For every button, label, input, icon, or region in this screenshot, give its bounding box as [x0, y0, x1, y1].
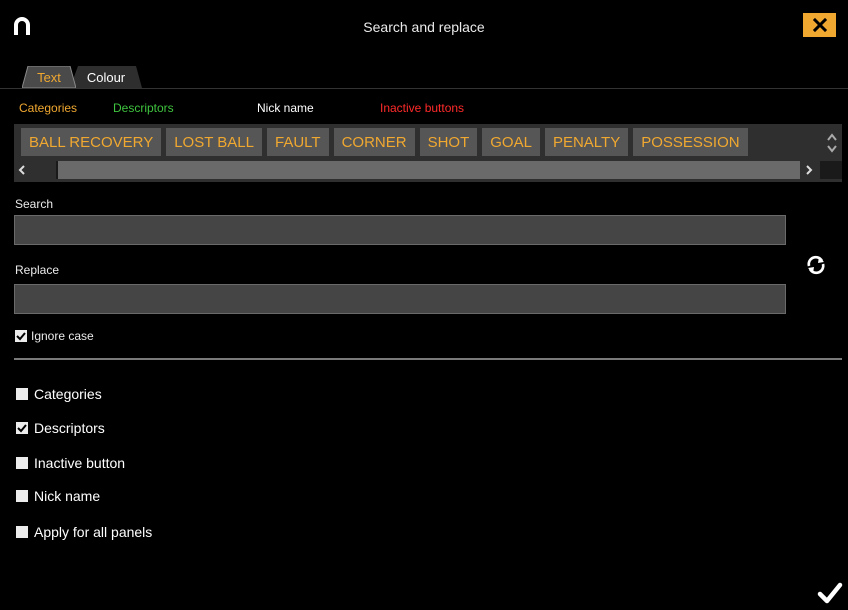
- replace-label: Replace: [15, 263, 60, 277]
- legend-nick-name: Nick name: [257, 101, 314, 115]
- event-button[interactable]: LOST BALL: [166, 128, 262, 156]
- close-button[interactable]: [803, 13, 836, 37]
- scrollbar-thumb[interactable]: [58, 161, 800, 179]
- check-icon: [17, 424, 27, 433]
- event-button[interactable]: FAULT: [267, 128, 329, 156]
- replace-input[interactable]: [14, 284, 786, 314]
- horizontal-scrollbar[interactable]: [14, 161, 842, 179]
- event-button[interactable]: BALL RECOVERY: [21, 128, 162, 156]
- option-inactive-button-checkbox[interactable]: Inactive button: [16, 455, 125, 471]
- window-title: Search and replace: [363, 19, 485, 35]
- chevron-left-icon: [18, 165, 25, 175]
- tab-text-label: Text: [37, 70, 61, 85]
- ignore-case-label: Ignore case: [31, 329, 94, 343]
- search-input[interactable]: [14, 215, 786, 245]
- option-label: Nick name: [34, 488, 101, 504]
- button-strip: BALL RECOVERY LOST BALL FAULT CORNER SHO…: [14, 124, 842, 182]
- tab-colour[interactable]: Colour: [70, 66, 142, 88]
- ignore-case-checkbox[interactable]: Ignore case: [15, 329, 94, 343]
- option-nick-name-checkbox[interactable]: Nick name: [16, 488, 100, 504]
- tab-colour-label: Colour: [86, 70, 126, 85]
- legend-inactive-buttons: Inactive buttons: [380, 101, 465, 115]
- event-button[interactable]: CORNER: [333, 128, 415, 156]
- scroll-right-button[interactable]: [800, 161, 820, 179]
- checkbox-box: [16, 490, 28, 502]
- legend-descriptors: Descriptors: [113, 101, 174, 115]
- option-categories-checkbox[interactable]: Categories: [16, 386, 102, 402]
- event-button[interactable]: SHOT: [419, 128, 478, 156]
- event-button[interactable]: GOAL: [482, 128, 540, 156]
- vertical-scroll-arrows-icon[interactable]: [826, 130, 838, 156]
- checkbox-box: [15, 330, 27, 342]
- checkbox-box: [16, 526, 28, 538]
- legend-categories: Categories: [19, 101, 78, 115]
- confirm-check-icon[interactable]: [817, 580, 843, 606]
- event-button[interactable]: POSSESSION: [633, 128, 748, 156]
- checkbox-box: [16, 457, 28, 469]
- swap-icon[interactable]: [804, 253, 828, 277]
- button-row: BALL RECOVERY LOST BALL FAULT CORNER SHO…: [21, 128, 748, 156]
- event-button[interactable]: PENALTY: [544, 128, 629, 156]
- option-label: Descriptors: [34, 420, 105, 436]
- option-label: Categories: [34, 386, 102, 402]
- search-label: Search: [15, 197, 54, 211]
- tab-divider: [0, 88, 848, 89]
- checkbox-box: [16, 422, 28, 434]
- separator: [14, 358, 842, 360]
- option-label: Inactive button: [34, 455, 126, 471]
- option-descriptors-checkbox[interactable]: Descriptors: [16, 420, 105, 436]
- option-label: Apply for all panels: [34, 524, 153, 540]
- option-apply-all-panels-checkbox[interactable]: Apply for all panels: [16, 524, 152, 540]
- check-icon: [16, 332, 26, 341]
- title-bar: Search and replace: [0, 0, 848, 54]
- tab-text[interactable]: Text: [22, 66, 76, 88]
- scroll-left-button[interactable]: [14, 161, 56, 179]
- close-icon: [812, 18, 827, 32]
- chevron-right-icon: [806, 165, 813, 175]
- checkbox-box: [16, 388, 28, 400]
